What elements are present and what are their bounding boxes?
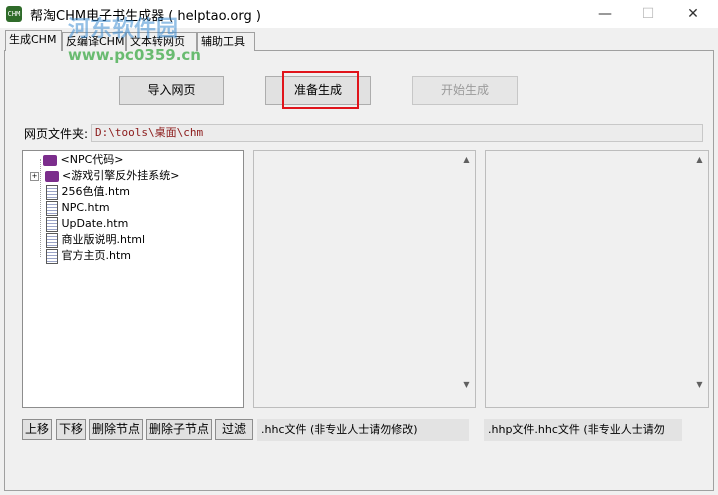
scroll-up-icon[interactable]: ▲ bbox=[691, 152, 708, 168]
hhp-scrollbar[interactable] bbox=[691, 151, 708, 407]
book-icon bbox=[43, 154, 57, 166]
delete-child-node-button[interactable]: 删除子节点 bbox=[146, 419, 212, 440]
file-icon bbox=[46, 200, 58, 216]
tree-item-file[interactable]: 256色值.htm bbox=[46, 184, 130, 200]
hhp-status-label: .hhp文件.hhc文件 (非专业人士请勿 bbox=[484, 419, 682, 441]
file-icon bbox=[46, 184, 58, 200]
scroll-up-icon[interactable]: ▲ bbox=[458, 152, 475, 168]
filter-button[interactable]: 过滤 bbox=[215, 419, 253, 440]
tree-item-file[interactable]: NPC.htm bbox=[46, 200, 110, 216]
move-down-button[interactable]: 下移 bbox=[56, 419, 86, 440]
file-icon bbox=[46, 232, 58, 248]
tree-item-file[interactable]: 官方主页.htm bbox=[46, 248, 131, 264]
highlight-frame bbox=[282, 71, 359, 109]
file-icon bbox=[46, 248, 58, 264]
book-icon bbox=[44, 170, 59, 182]
folder-label: 网页文件夹: bbox=[24, 127, 89, 141]
expand-icon[interactable]: + bbox=[30, 171, 39, 181]
hhc-scrollbar[interactable] bbox=[458, 151, 475, 407]
tree-item-npc-code[interactable]: <NPC代码> bbox=[43, 152, 123, 168]
file-icon bbox=[46, 216, 58, 232]
move-up-button[interactable]: 上移 bbox=[22, 419, 52, 440]
watermark-text: 河东软件园 bbox=[68, 17, 179, 42]
tab-tools[interactable]: 辅助工具 bbox=[197, 32, 255, 51]
delete-node-button[interactable]: 删除节点 bbox=[89, 419, 143, 440]
tree-item-file[interactable]: UpDate.htm bbox=[46, 216, 128, 232]
tab-generate-chm[interactable]: 生成CHM bbox=[5, 30, 62, 51]
scroll-down-icon[interactable]: ▼ bbox=[691, 377, 708, 393]
close-button[interactable]: ✕ bbox=[673, 0, 713, 28]
hhp-editor[interactable] bbox=[485, 150, 709, 408]
hhc-editor[interactable] bbox=[253, 150, 476, 408]
folder-path-field[interactable]: D:\tools\桌面\chm bbox=[91, 124, 703, 142]
hhc-status-label: .hhc文件 (非专业人士请勿修改) bbox=[257, 419, 469, 441]
import-webpage-button[interactable]: 导入网页 bbox=[119, 76, 224, 105]
file-tree[interactable]: <NPC代码> + <游戏引擎反外挂系统> 256色值.htm NPC.htm … bbox=[22, 150, 244, 408]
scroll-down-icon[interactable]: ▼ bbox=[458, 377, 475, 393]
tree-item-engine-anticheat[interactable]: + <游戏引擎反外挂系统> bbox=[30, 168, 179, 184]
maximize-button[interactable]: ☐ bbox=[628, 0, 668, 28]
watermark-url: www.pc0359.cn bbox=[68, 46, 201, 64]
minimize-button[interactable]: — bbox=[585, 0, 625, 28]
app-icon: CHM bbox=[6, 6, 22, 22]
start-generate-button[interactable]: 开始生成 bbox=[412, 76, 518, 105]
tree-item-file[interactable]: 商业版说明.html bbox=[46, 232, 145, 248]
